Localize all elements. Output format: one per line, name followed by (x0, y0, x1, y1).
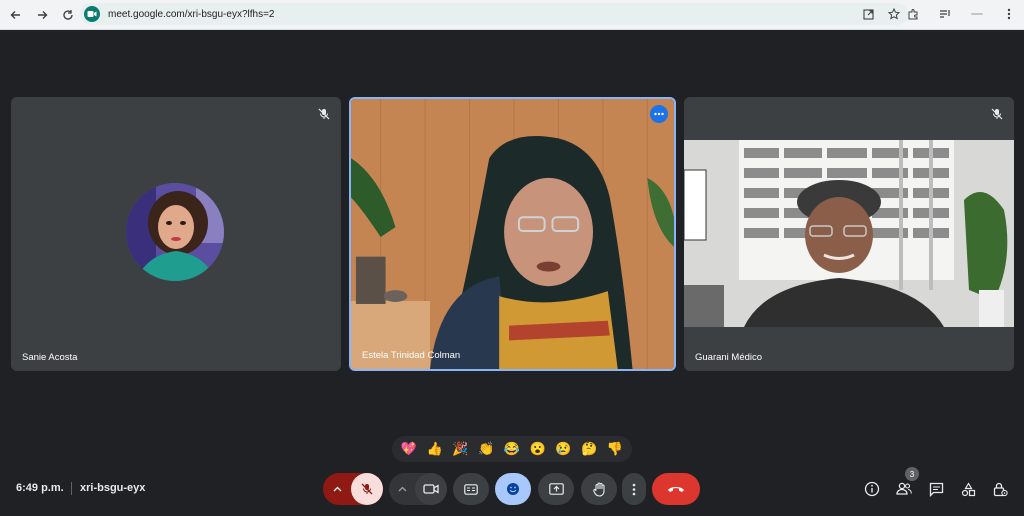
divider (71, 482, 72, 495)
closed-captions-icon (464, 483, 478, 495)
extensions-icon[interactable] (902, 3, 924, 25)
participant-count-badge: 3 (905, 467, 919, 481)
raise-hand-button[interactable] (581, 473, 617, 505)
present-screen-button[interactable] (538, 473, 574, 505)
participant-tile[interactable]: Sanie Acosta (11, 97, 341, 371)
address-bar[interactable]: meet.google.com/xri-bsgu-eyx?lfhs=2 (80, 3, 908, 25)
url-text: meet.google.com/xri-bsgu-eyx?lfhs=2 (108, 8, 275, 20)
menu-icon[interactable] (998, 3, 1020, 25)
chat-icon[interactable] (927, 480, 945, 498)
captions-button[interactable] (453, 473, 489, 505)
reactions-bar: 💖 👍 🎉 👏 😂 😮 😢 🤔 👎 (392, 436, 632, 462)
meeting-details-icon[interactable] (863, 480, 881, 498)
reaction-surprised[interactable]: 😮 (527, 441, 549, 457)
reaction-sparkling-heart[interactable]: 💖 (398, 441, 420, 457)
meet-site-icon (84, 6, 100, 22)
mic-off-icon (990, 107, 1004, 121)
camera-button[interactable] (415, 473, 447, 505)
participant-name: Guarani Médico (695, 352, 763, 363)
media-control-icon[interactable] (934, 3, 956, 25)
camera-control-group (389, 473, 447, 505)
avatar (126, 183, 224, 281)
reaction-party-popper[interactable]: 🎉 (449, 441, 471, 457)
more-options-icon[interactable] (650, 105, 668, 123)
hand-icon (592, 481, 605, 497)
reaction-thumbs-up[interactable]: 👍 (424, 441, 446, 457)
forward-icon[interactable] (30, 3, 54, 27)
participant-tile[interactable]: Guarani Médico (684, 97, 1014, 371)
activities-icon[interactable] (959, 480, 977, 498)
mic-options-caret-icon[interactable] (323, 473, 351, 505)
mic-off-icon (317, 107, 331, 121)
participant-name: Sanie Acosta (22, 352, 78, 363)
present-icon (548, 483, 564, 495)
leave-call-button[interactable] (652, 473, 700, 505)
back-icon[interactable] (4, 3, 28, 27)
participant-video (684, 140, 1014, 327)
reaction-thumbs-down[interactable]: 👎 (604, 441, 626, 457)
bookmark-star-icon[interactable] (886, 6, 902, 22)
mic-control-group (323, 473, 383, 505)
participant-name: Estela Trinidad Colman (362, 350, 461, 361)
profile-icon[interactable] (966, 3, 988, 25)
participant-tile-active-speaker[interactable]: Estela Trinidad Colman (349, 97, 676, 371)
reactions-button[interactable] (495, 473, 531, 505)
end-call-icon (668, 487, 684, 492)
vertical-dots-icon (632, 483, 636, 495)
reaction-laughing[interactable]: 😂 (501, 441, 523, 457)
reaction-crying[interactable]: 😢 (552, 441, 574, 457)
open-in-new-icon[interactable] (860, 6, 876, 22)
host-controls-icon[interactable] (991, 480, 1009, 498)
meeting-time: 6:49 p.m. (16, 482, 64, 494)
meeting-code: xri-bsgu-eyx (80, 482, 146, 494)
emoji-icon (507, 483, 519, 495)
participant-video (351, 99, 674, 369)
more-options-button[interactable] (622, 473, 646, 505)
people-icon[interactable] (895, 480, 913, 498)
reload-icon[interactable] (56, 3, 80, 27)
reaction-thinking[interactable]: 🤔 (578, 441, 600, 457)
camera-options-caret-icon[interactable] (389, 473, 415, 505)
mic-off-button[interactable] (351, 473, 383, 505)
reaction-clapping[interactable]: 👏 (475, 441, 497, 457)
browser-toolbar: meet.google.com/xri-bsgu-eyx?lfhs=2 (0, 0, 1024, 30)
